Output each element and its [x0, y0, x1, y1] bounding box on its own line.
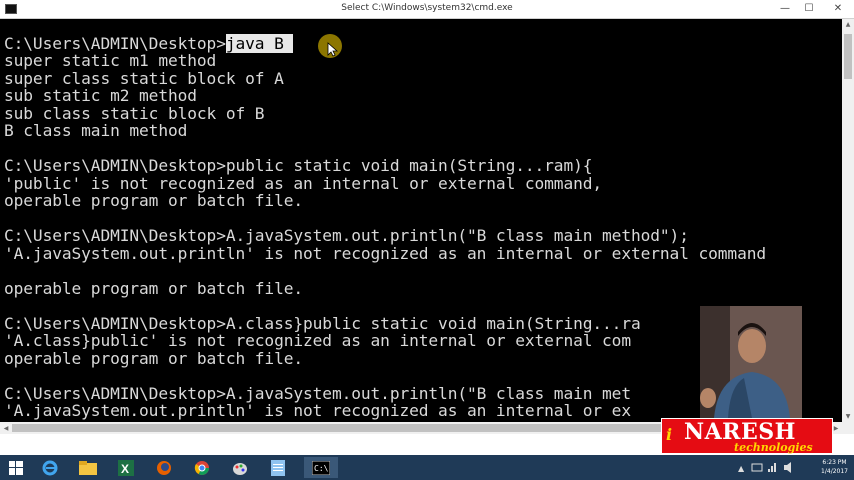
- system-tray: ▲ 6:23 PM 1/4/2017: [734, 455, 854, 480]
- tray-icons[interactable]: ▲: [734, 455, 804, 480]
- console-line: sub static m2 method: [4, 86, 197, 105]
- command-prompt-icon: C:\: [312, 460, 330, 475]
- console-line: operable program or batch file.: [4, 349, 304, 368]
- taskbar-chrome[interactable]: [188, 457, 216, 478]
- battery-icon: [751, 463, 763, 472]
- scroll-down-arrow-icon[interactable]: ▼: [842, 413, 854, 420]
- svg-text:X: X: [121, 462, 129, 476]
- scroll-left-arrow-icon[interactable]: ◀: [0, 425, 12, 432]
- taskbar-notepad[interactable]: [264, 457, 292, 478]
- taskbar-file-explorer[interactable]: [74, 457, 102, 478]
- network-icon: [768, 469, 770, 472]
- internet-explorer-icon: [42, 460, 58, 475]
- taskbar: X C:\ ▲ 6:23 PM 1/4/2017: [0, 455, 854, 480]
- start-button[interactable]: [2, 457, 30, 478]
- clock-time: 6:23 PM: [822, 459, 847, 466]
- taskbar-paint[interactable]: [226, 457, 254, 478]
- paint-icon: [233, 462, 247, 475]
- console-line: super static m1 method: [4, 51, 217, 70]
- file-explorer-icon: [79, 460, 97, 475]
- scroll-up-arrow-icon[interactable]: ▲: [842, 21, 854, 28]
- windows-logo-icon: [9, 460, 23, 475]
- show-hidden-icons-icon: ▲: [738, 464, 745, 473]
- console-line: C:\Users\ADMIN\Desktop>A.javaSystem.out.…: [4, 226, 689, 245]
- firefox-icon: [157, 460, 171, 475]
- minimize-button[interactable]: —: [773, 0, 797, 18]
- maximize-button[interactable]: ☐: [797, 0, 821, 18]
- vertical-scrollbar[interactable]: ▲ ▼: [842, 19, 854, 422]
- taskbar-command-prompt[interactable]: C:\: [304, 457, 338, 478]
- naresh-technologies-logo: NARESH technologies i: [661, 418, 833, 454]
- scrollbar-corner: [842, 422, 854, 434]
- taskbar-internet-explorer[interactable]: [36, 457, 64, 478]
- console-line: 'A.class}public' is not recognized as an…: [4, 331, 631, 350]
- volume-icon: [784, 462, 791, 473]
- svg-text:C:\: C:\: [314, 464, 329, 473]
- console-line: C:\Users\ADMIN\Desktop>public static voi…: [4, 156, 593, 175]
- window-title: Select C:\Windows\system32\cmd.exe: [341, 3, 513, 13]
- console-line: B class main method: [4, 121, 188, 140]
- title-bar: Select C:\Windows\system32\cmd.exe — ☐ ✕: [0, 0, 854, 19]
- close-button[interactable]: ✕: [822, 0, 854, 18]
- brand-mark-icon: i: [666, 425, 673, 444]
- chrome-icon: [194, 460, 209, 475]
- console-line: 'A.javaSystem.out.println' is not recogn…: [4, 401, 767, 420]
- console-line: operable program or batch file.: [4, 191, 304, 210]
- taskbar-excel[interactable]: X: [112, 457, 140, 478]
- console-line: 'A.javaSystem.out.println' is not recogn…: [4, 244, 767, 263]
- presenter-webcam-overlay: [700, 306, 802, 418]
- clock-date: 1/4/2017: [821, 468, 848, 475]
- vertical-scroll-thumb[interactable]: [844, 34, 852, 79]
- taskbar-clock[interactable]: 6:23 PM 1/4/2017: [821, 458, 848, 476]
- notepad-icon: [271, 459, 285, 476]
- taskbar-firefox[interactable]: [150, 457, 178, 478]
- selected-text[interactable]: java B: [225, 34, 294, 53]
- console-line: operable program or batch file.: [4, 279, 304, 298]
- cursor-highlight: [318, 34, 342, 58]
- mouse-pointer-icon: [327, 42, 339, 57]
- brand-tagline: technologies: [734, 441, 813, 454]
- excel-icon: X: [118, 459, 134, 476]
- presenter-figure: [700, 306, 802, 418]
